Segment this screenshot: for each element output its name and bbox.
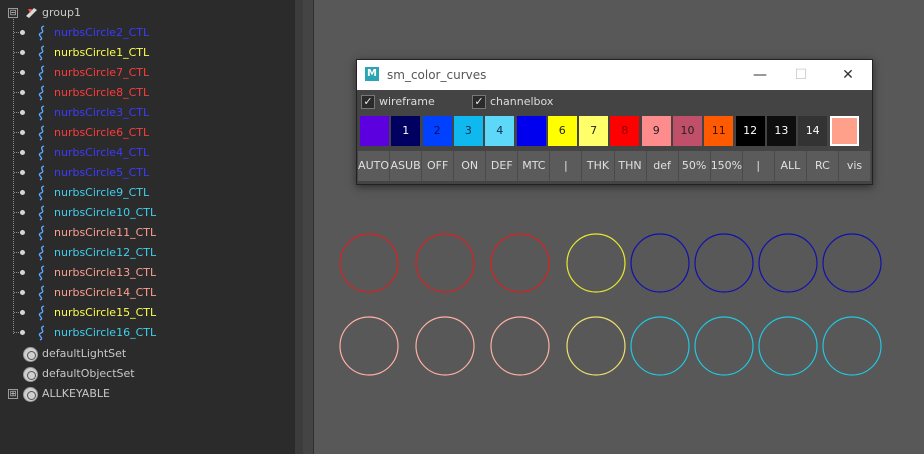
nurbs-circle-bottom-4[interactable] <box>566 316 626 376</box>
close-button[interactable]: ✕ <box>836 65 860 85</box>
color-swatch-custom[interactable] <box>829 116 859 146</box>
color-swatch-1[interactable]: 1 <box>391 116 421 146</box>
color-swatch-9[interactable]: 9 <box>641 116 671 146</box>
color-swatch-6[interactable]: 6 <box>547 116 577 146</box>
nurbs-circle-top-5[interactable] <box>630 233 690 293</box>
option-button-thn[interactable]: THN <box>614 151 647 181</box>
maximize-button[interactable]: ☐ <box>789 65 813 85</box>
option-button-def[interactable]: def <box>646 151 679 181</box>
option-button-separator[interactable]: | <box>742 151 775 181</box>
window-title: sm_color_curves <box>387 68 487 82</box>
color-swatch-8[interactable]: 8 <box>610 116 640 146</box>
channelbox-checkbox[interactable]: ✓ <box>472 95 486 109</box>
nurbs-circle-bottom-6[interactable] <box>694 316 754 376</box>
color-swatch-2[interactable]: 2 <box>422 116 452 146</box>
color-swatch-0[interactable]: 0 <box>360 116 389 146</box>
option-button-thk[interactable]: THK <box>582 151 615 181</box>
nurbs-circle-top-2[interactable] <box>415 233 475 293</box>
option-button-all[interactable]: ALL <box>774 151 807 181</box>
color-swatch-4[interactable]: 4 <box>485 116 515 146</box>
color-swatch-13[interactable]: 13 <box>766 116 796 146</box>
option-button-off[interactable]: OFF <box>422 151 455 181</box>
maya-app-icon: M <box>365 67 379 81</box>
option-button-rc[interactable]: RC <box>806 151 839 181</box>
color-swatch-12[interactable]: 12 <box>735 116 765 146</box>
option-button-vis[interactable]: vis <box>838 151 871 181</box>
nurbs-circle-top-7[interactable] <box>758 233 818 293</box>
nurbs-circle-bottom-3[interactable] <box>490 316 550 376</box>
color-swatch-3[interactable]: 3 <box>453 116 483 146</box>
option-button-on[interactable]: ON <box>454 151 487 181</box>
wireframe-checkbox-row[interactable]: ✓ wireframe <box>361 94 481 110</box>
option-button-50pct[interactable]: 50% <box>678 151 711 181</box>
nurbs-circle-top-3[interactable] <box>490 233 550 293</box>
wireframe-label: wireframe <box>379 95 435 108</box>
color-swatch-5[interactable]: 5 <box>516 116 546 146</box>
color-swatch-14[interactable]: 14 <box>798 116 828 146</box>
color-curves-dialog: M sm_color_curves — ☐ ✕ ✓ wireframe ✓ ch… <box>356 59 873 185</box>
color-swatch-11[interactable]: 11 <box>704 116 734 146</box>
option-button-150pct[interactable]: 150% <box>710 151 743 181</box>
nurbs-circle-bottom-1[interactable] <box>339 316 399 376</box>
nurbs-circle-bottom-7[interactable] <box>758 316 818 376</box>
option-button-def[interactable]: DEF <box>486 151 519 181</box>
option-button-separator[interactable]: | <box>550 151 583 181</box>
minimize-button[interactable]: — <box>748 65 772 85</box>
color-swatch-7[interactable]: 7 <box>579 116 609 146</box>
nurbs-circle-bottom-8[interactable] <box>822 316 882 376</box>
nurbs-circle-bottom-2[interactable] <box>415 316 475 376</box>
nurbs-circle-top-1[interactable] <box>339 233 399 293</box>
color-swatch-10[interactable]: 10 <box>673 116 702 146</box>
option-button-auto[interactable]: AUTO <box>358 151 391 181</box>
nurbs-circle-top-4[interactable] <box>566 233 626 293</box>
channelbox-label: channelbox <box>490 95 554 108</box>
nurbs-circle-top-6[interactable] <box>694 233 754 293</box>
title-bar[interactable]: M sm_color_curves — ☐ ✕ <box>357 60 872 90</box>
nurbs-circle-bottom-5[interactable] <box>630 316 690 376</box>
nurbs-circle-top-8[interactable] <box>822 233 882 293</box>
option-button-asub[interactable]: ASUB <box>390 151 423 181</box>
option-button-mtc[interactable]: MTC <box>518 151 551 181</box>
channelbox-checkbox-row[interactable]: ✓ channelbox <box>472 94 592 110</box>
wireframe-checkbox[interactable]: ✓ <box>361 95 375 109</box>
